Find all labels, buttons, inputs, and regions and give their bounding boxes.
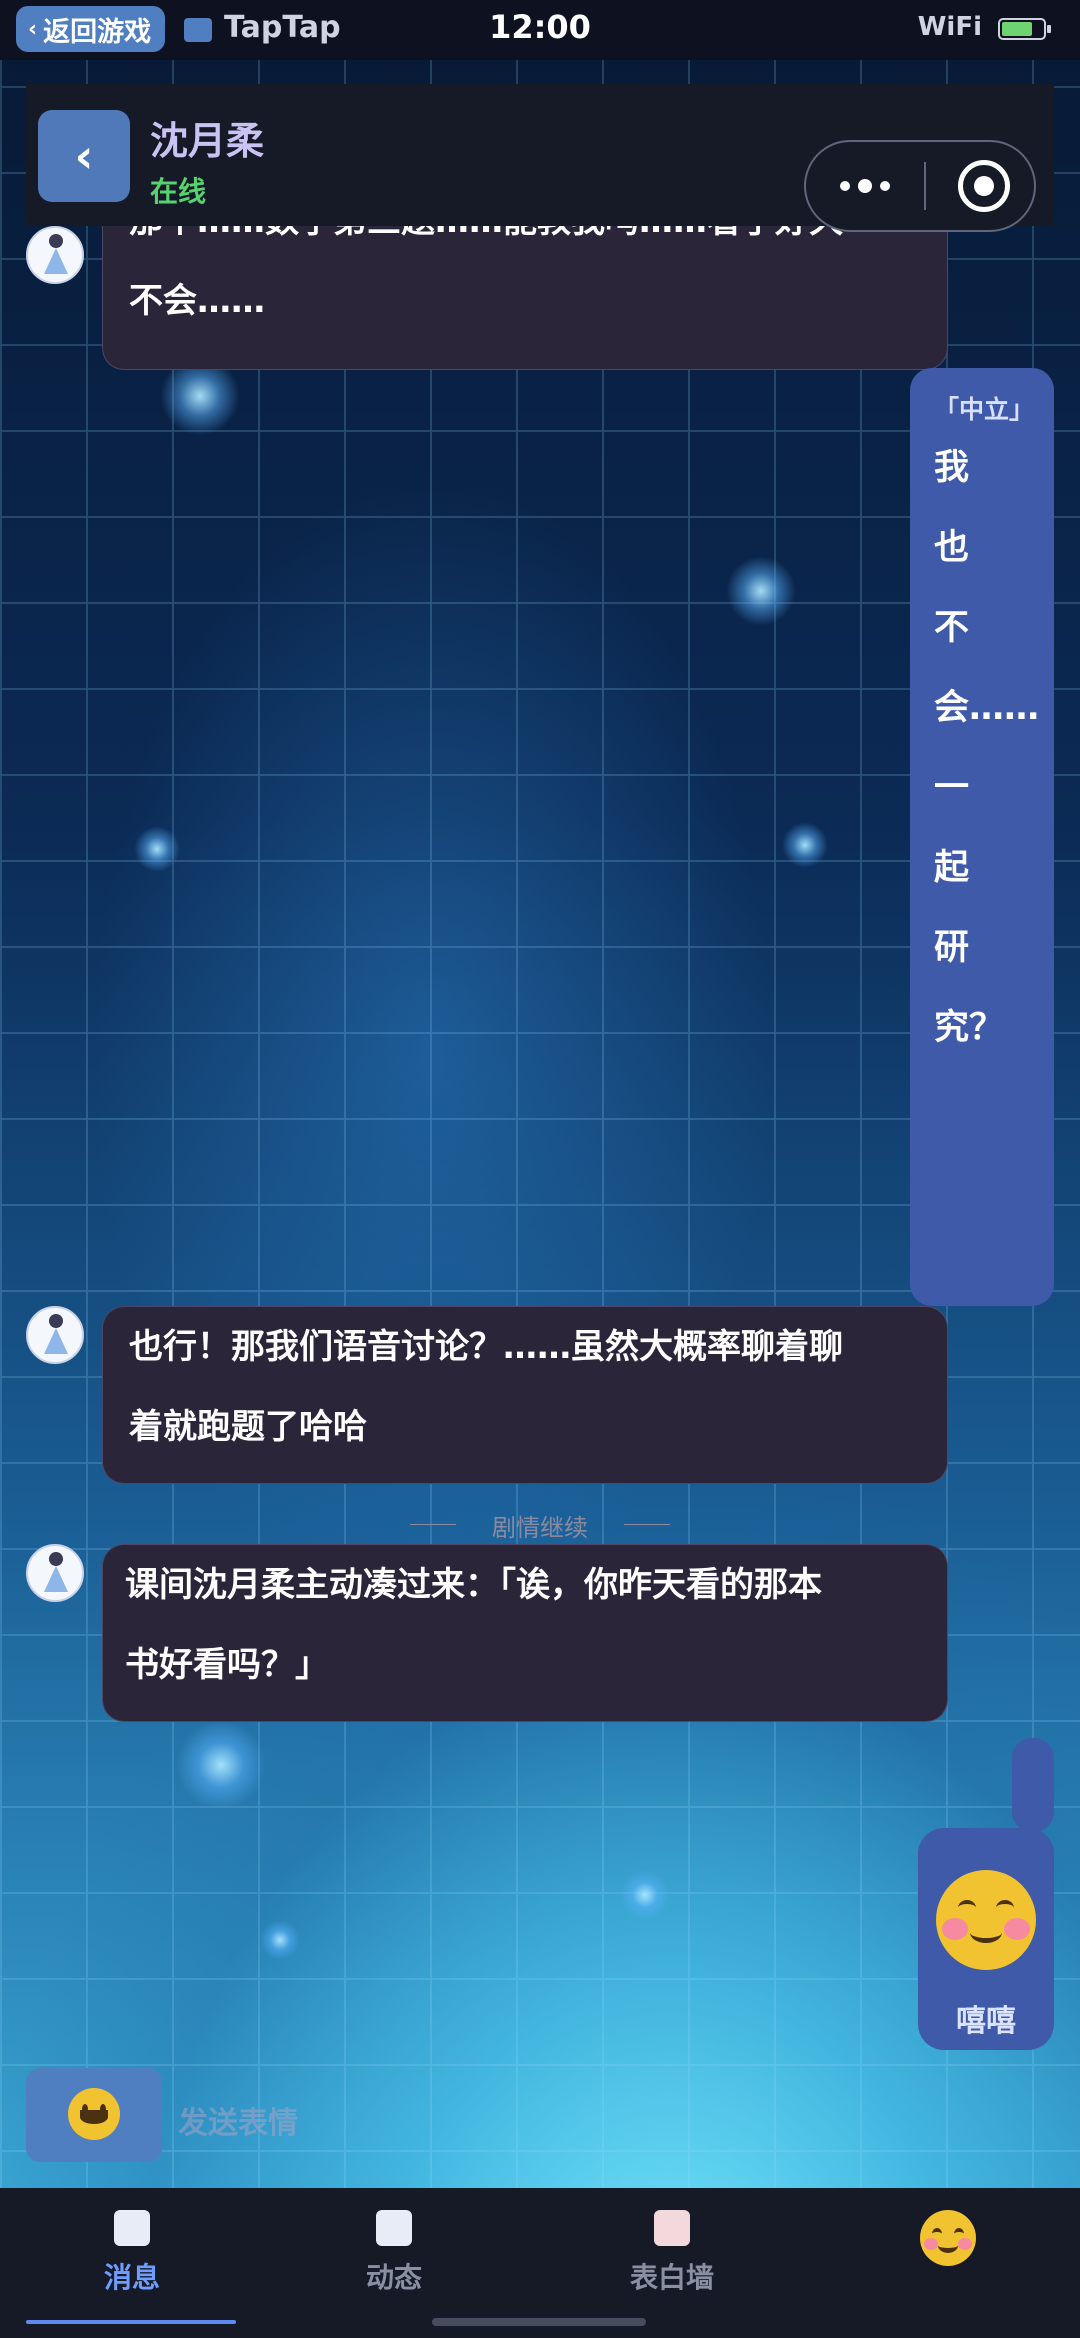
- chevron-left-icon: ‹: [74, 129, 94, 183]
- moments-icon: [376, 2210, 412, 2246]
- message-bubble: 也行！那我们语音讨论？……虽然大概率聊着聊 着就跑题了哈哈: [102, 1306, 948, 1484]
- avatar[interactable]: [26, 1306, 84, 1364]
- avatar[interactable]: [26, 1544, 84, 1602]
- message-line: 着就跑题了哈哈: [129, 1407, 367, 1447]
- message-line: 课间沈月柔主动凑过来：「诶，你昨天看的那本: [125, 1565, 822, 1605]
- tab-confession-wall[interactable]: 表白墙: [592, 2210, 752, 2296]
- floating-emoji-button[interactable]: 嘻嘻: [918, 1828, 1054, 2050]
- more-dots-icon: [840, 181, 850, 191]
- story-divider: 剧情继续: [410, 1508, 670, 1543]
- mini-program-capsule: [804, 140, 1036, 232]
- active-tab-indicator: [26, 2320, 236, 2324]
- contact-name: 沈月柔: [150, 119, 265, 163]
- emoji-picker-button[interactable]: [26, 2068, 162, 2162]
- floating-emoji-label: 嘻嘻: [956, 2004, 1016, 2039]
- send-emoji-placeholder[interactable]: 发送表情: [178, 2098, 298, 2142]
- tab-label: 表白墙: [629, 2261, 714, 2294]
- chat-header: ‹ 沈月柔 在线: [26, 84, 1054, 232]
- more-options-button[interactable]: [806, 142, 924, 230]
- choice-text: 我也不会……一起研究？: [934, 448, 1040, 1048]
- message-line: 不会……: [129, 281, 265, 321]
- grinning-face-icon: [68, 2088, 120, 2140]
- choice-bubble[interactable]: 「中立」 我也不会……一起研究？: [910, 368, 1054, 1306]
- tab-label: 消息: [103, 2261, 160, 2294]
- scroll-handle[interactable]: [1012, 1738, 1054, 1832]
- status-bar: ‹ 返回游戏 TapTap 12:00 WiFi: [0, 0, 1080, 60]
- chat-list[interactable]: 那个……数学第三题……能教我吗……看了好久 不会…… 「中立」 我也不会……一起…: [0, 0, 1080, 2338]
- messages-icon: [114, 2210, 150, 2246]
- close-mini-program-icon[interactable]: [958, 160, 1010, 212]
- message-line: 书好看吗？」: [125, 1645, 329, 1685]
- smiling-face-icon: [920, 2210, 976, 2266]
- contact-status: 在线: [150, 175, 207, 208]
- back-button[interactable]: ‹: [38, 110, 130, 202]
- choice-tag: 「中立」: [934, 395, 1035, 424]
- bottom-tab-bar: 消息 动态 表白墙: [0, 2188, 1080, 2338]
- message-bubble: 课间沈月柔主动凑过来：「诶，你昨天看的那本 书好看吗？」: [102, 1544, 948, 1722]
- avatar[interactable]: [26, 226, 84, 284]
- capsule-divider: [924, 162, 926, 210]
- envelope-icon: [654, 2210, 690, 2246]
- message-line: 也行！那我们语音讨论？……虽然大概率聊着聊: [129, 1327, 843, 1367]
- home-indicator: [432, 2318, 646, 2326]
- tab-messages[interactable]: 消息: [26, 2210, 236, 2324]
- tab-emoji[interactable]: [868, 2210, 1028, 2266]
- tab-moments[interactable]: 动态: [314, 2210, 474, 2296]
- battery-icon: [998, 18, 1051, 40]
- network-label: WiFi: [917, 12, 982, 42]
- smiling-face-icon: [936, 1870, 1036, 1970]
- tab-label: 动态: [365, 2261, 422, 2294]
